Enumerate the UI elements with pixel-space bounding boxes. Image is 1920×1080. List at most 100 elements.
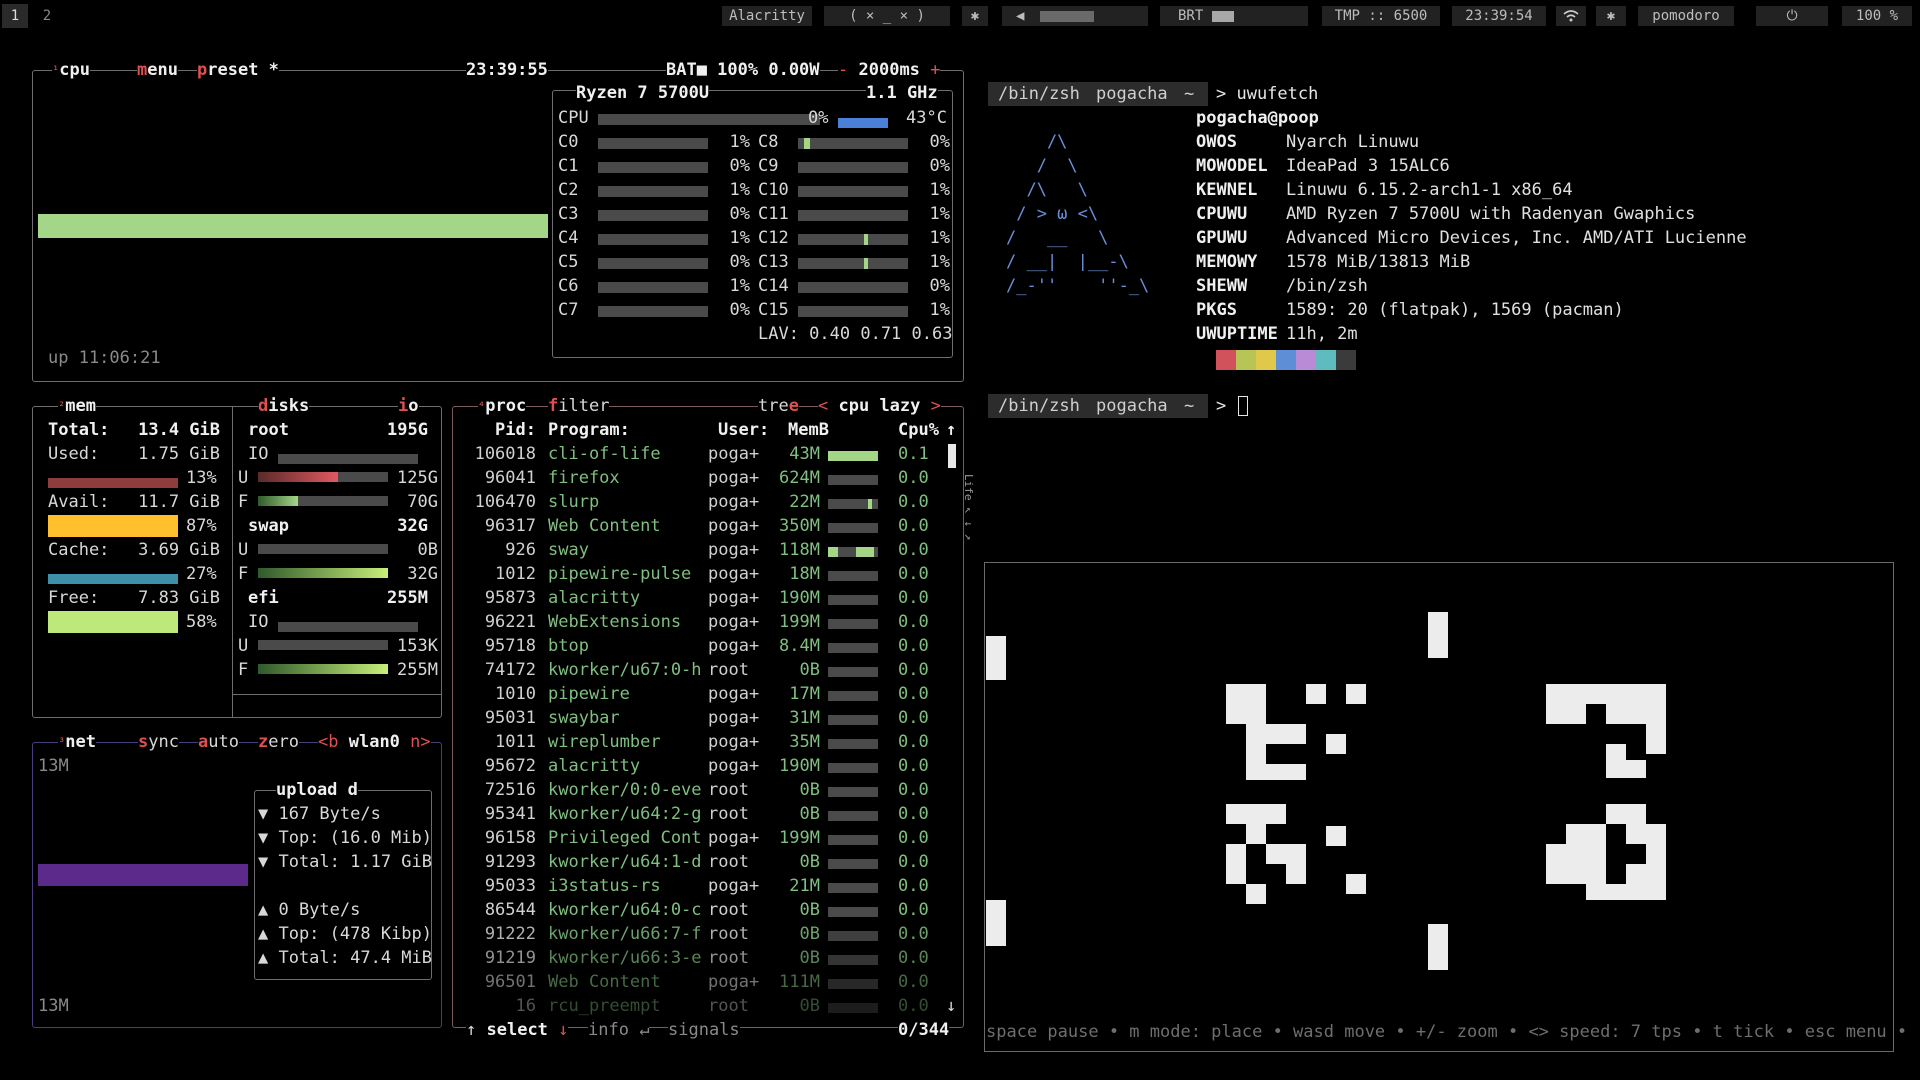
battery-widget[interactable]: 100 % [1842,6,1912,26]
process-mem: 22M [789,492,820,512]
core-label: C11 [758,204,789,224]
io-tab[interactable]: io [398,396,419,416]
table-row[interactable]: 95033 i3status-rs poga+ 21M 0.0 [456,874,956,898]
table-row[interactable]: 96041 firefox poga+ 624M 0.0 [456,466,956,490]
program-header[interactable]: Program: [548,418,630,442]
bluetooth-icon[interactable]: ✱ [962,6,988,26]
proc-scrollbar[interactable] [948,444,956,468]
volume-widget[interactable]: ◀ [1002,6,1148,26]
preset-hotkey: p [197,60,208,80]
preset-tab[interactable]: preset * [197,60,279,80]
disk-used-value: 153K [397,636,438,656]
table-row[interactable]: 95031 swaybar poga+ 31M 0.0 [456,706,956,730]
process-mem: 8.4M [779,636,820,656]
table-row[interactable]: 91219 kworker/u66:3-e root 0B 0.0 [456,946,956,970]
table-row[interactable]: 95672 alacritty poga+ 190M 0.0 [456,754,956,778]
user-header[interactable]: User: [718,418,769,442]
cpu-cores-box [552,90,953,358]
ascii-line: /_-'' ''-_\ [1006,276,1150,296]
mem-cache-percent: 27% [186,564,217,584]
process-name: alacritty [548,756,641,776]
table-row[interactable]: 96221 WebExtensions poga+ 199M 0.0 [456,610,956,634]
table-row[interactable]: 1012 pipewire-pulse poga+ 18M 0.0 [456,562,956,586]
update-interval[interactable]: - 2000ms + [838,60,941,80]
table-row[interactable]: 16 rcu_preempt root 0B 0.0 [456,994,956,1018]
proc-signals-button[interactable]: signals [668,1020,740,1040]
table-row[interactable]: 1011 wireplumber poga+ 35M 0.0 [456,730,956,754]
net-tab[interactable]: ³net [58,732,96,752]
net-interface-selector[interactable]: <b wlan0 n> [318,732,431,752]
table-row[interactable]: 96317 Web Content poga+ 350M 0.0 [456,514,956,538]
proc-filter-button[interactable]: filter [548,396,610,416]
life-cell [1626,864,1666,884]
proc-tab[interactable]: ⁴proc [478,396,527,416]
tree-label: tre [758,396,789,416]
table-row[interactable]: 96158 Privileged Cont poga+ 199M 0.0 [456,826,956,850]
process-mem: 17M [789,684,820,704]
battery-status: BAT■ 100% 0.00W [666,60,820,80]
scroll-down-icon[interactable]: ↓ [946,994,956,1018]
proc-info-button[interactable]: info ↵ [588,1020,650,1040]
mem-header[interactable]: MemB [788,418,829,442]
proc-tree-button[interactable]: tree [758,396,799,416]
net-zero-button[interactable]: zero [258,732,299,752]
pid-header[interactable]: Pid: [456,418,536,442]
life-cell [1246,824,1266,844]
window-controls[interactable]: ( × _ × ) [824,6,950,26]
table-row[interactable]: 106018 cli-of-life poga+ 43M 0.1 [456,442,956,466]
table-row[interactable]: 74172 kworker/u67:0-h root 0B 0.0 [456,658,956,682]
core-percent: 1% [929,300,950,320]
process-user: root [708,804,749,824]
info-label: info [588,1020,629,1040]
brightness-widget[interactable]: BRT [1160,6,1308,26]
upload-top: ▲ Top: (478 Kibp) [258,924,432,944]
table-row[interactable]: 95341 kworker/u64:2-g root 0B 0.0 [456,802,956,826]
proc-sort-selector[interactable]: < cpu lazy > [818,396,941,416]
power-icon[interactable]: ⏻ [1756,6,1828,26]
cpu-tab[interactable]: ¹cpu [52,60,90,80]
sort-next-button[interactable]: > [931,396,941,416]
interval-decrease-button[interactable]: - [838,60,848,80]
net-sync-button[interactable]: sync [138,732,179,752]
table-row[interactable]: 91293 kworker/u64:1-d root 0B 0.0 [456,850,956,874]
table-row[interactable]: 72516 kworker/0:0-eve root 0B 0.0 [456,778,956,802]
net-auto-button[interactable]: auto [198,732,239,752]
mem-tab[interactable]: ²mem [58,396,96,416]
pomodoro-widget[interactable]: pomodoro [1638,6,1734,26]
table-row[interactable]: 95718 btop poga+ 8.4M 0.0 [456,634,956,658]
workspace-1-button[interactable]: 1 [2,4,28,28]
process-mem: 190M [779,588,820,608]
sort-prev-button[interactable]: < [818,396,828,416]
table-row[interactable]: 1010 pipewire poga+ 17M 0.0 [456,682,956,706]
sort-direction-icon[interactable]: ↑ [946,418,956,442]
table-row[interactable]: 106470 slurp poga+ 22M 0.0 [456,490,956,514]
process-cpu: 0.0 [898,732,929,752]
clock[interactable]: 23:39:54 [1452,6,1546,26]
table-row[interactable]: 95873 alacritty poga+ 190M 0.0 [456,586,956,610]
color-temp-widget[interactable]: TMP :: 6500 [1322,6,1440,26]
bluetooth-status-icon[interactable]: ✱ [1596,6,1626,26]
table-row[interactable]: 86544 kworker/u64:0-c root 0B 0.0 [456,898,956,922]
process-mem-bar [828,955,878,965]
menu-tab[interactable]: menu [137,60,178,80]
ascii-line: / __ \ [1006,228,1109,248]
workspace-2-button[interactable]: 2 [34,4,60,28]
process-pid: 74172 [484,660,536,680]
next-interface-button[interactable]: n> [410,732,430,752]
cpu-header[interactable]: Cpu% [898,418,939,442]
interval-increase-button[interactable]: + [930,60,940,80]
uwufetch-user: pogacha@poop [1196,108,1319,128]
process-user: root [708,780,749,800]
table-row[interactable]: 91222 kworker/u66:7-f root 0B 0.0 [456,922,956,946]
table-row[interactable]: 926 sway poga+ 118M 0.0 [456,538,956,562]
process-user: poga+ [708,516,760,536]
table-row[interactable]: 96501 Web Content poga+ 111M 0.0 [456,970,956,994]
proc-footer-select[interactable]: ↑ select ↓ [466,1020,569,1040]
process-cpu: 0.0 [898,516,929,536]
info-value: AMD Ryzen 7 5700U with Radenyan Gwaphics [1286,204,1696,224]
terminal-cursor[interactable] [1238,396,1248,416]
mem-free-percent: 58% [186,612,217,632]
wifi-icon[interactable] [1556,6,1586,26]
prev-interface-button[interactable]: <b [318,732,338,752]
disks-tab[interactable]: disks [258,396,310,416]
